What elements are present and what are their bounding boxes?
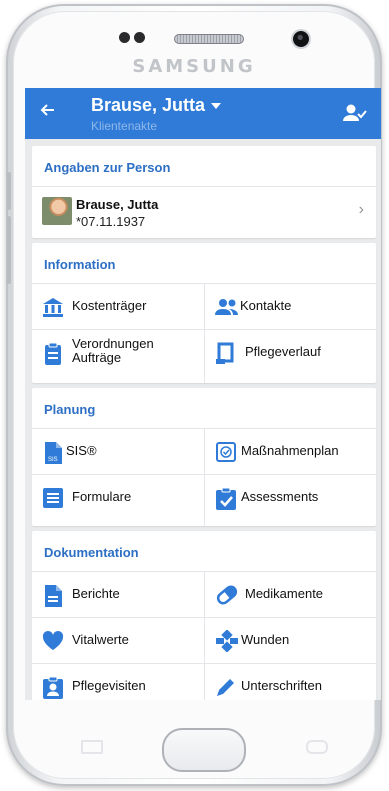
information-card: Information Kostenträger Kontakte Verord… xyxy=(32,243,376,383)
menu-item-label: Verordnungen Aufträge xyxy=(72,336,154,365)
phone-frame: SAMSUNG Brause, Jutta Klientenakte Angab… xyxy=(6,4,382,786)
arrow-left-icon[interactable] xyxy=(39,102,55,122)
earpiece-speaker xyxy=(174,34,244,44)
front-camera xyxy=(293,31,309,47)
document-icon xyxy=(42,584,64,607)
divider xyxy=(32,329,376,330)
contacts-icon xyxy=(215,296,238,318)
clipboard-check-icon xyxy=(215,487,237,510)
clipboard-icon xyxy=(42,342,64,365)
menu-item-label: Medikamente xyxy=(245,586,324,601)
menu-item-kontakte[interactable]: Kontakte xyxy=(205,285,375,329)
menu-item-label: Maßnahmenplan xyxy=(241,443,339,458)
pen-icon xyxy=(215,676,237,698)
planung-section-header: Planung xyxy=(44,402,96,417)
menu-item-pflegeverlauf[interactable]: Pflegeverlauf xyxy=(205,331,375,375)
menu-item-label: Pflegevisiten xyxy=(72,678,146,693)
app-bar: Brause, Jutta Klientenakte xyxy=(25,88,381,139)
back-key[interactable] xyxy=(306,740,328,754)
avatar xyxy=(42,197,72,225)
sensor-dot xyxy=(119,32,130,43)
planung-card: Planung SIS SIS® Maßnahmenplan Formulare… xyxy=(32,388,376,526)
menu-item-label: Unterschriften xyxy=(241,678,322,693)
menu-item-label: Kontakte xyxy=(240,298,292,313)
recent-apps-key[interactable] xyxy=(81,740,103,754)
home-button[interactable] xyxy=(162,728,246,772)
bandage-icon xyxy=(215,629,238,653)
menu-item-label: Pflegeverlauf xyxy=(245,344,321,359)
dokumentation-section-header: Dokumentation xyxy=(44,545,139,560)
client-name: Brause, Jutta xyxy=(91,95,206,115)
massnahmenplan-icon xyxy=(215,441,237,463)
menu-item-label: Wunden xyxy=(241,632,290,647)
app-subtitle: Klientenakte xyxy=(91,119,158,133)
brand-logo: SAMSUNG xyxy=(132,56,256,77)
bank-icon xyxy=(42,296,64,318)
menu-item-label: Assessments xyxy=(241,489,319,504)
menu-item-berichte[interactable]: Berichte xyxy=(32,573,204,617)
menu-item-label: Formulare xyxy=(72,489,132,504)
app-screen: Brause, Jutta Klientenakte Angaben zur P… xyxy=(25,88,381,700)
menu-item-vitalwerte[interactable]: Vitalwerte xyxy=(32,619,204,663)
divider xyxy=(32,663,376,664)
volume-up-button xyxy=(7,172,11,210)
menu-item-kostentraeger[interactable]: Kostenträger xyxy=(32,285,204,329)
heart-icon xyxy=(42,630,64,652)
visit-badge-icon xyxy=(42,676,64,699)
pflegeverlauf-icon xyxy=(215,342,237,364)
menu-item-unterschriften[interactable]: Unterschriften xyxy=(205,665,375,700)
menu-item-pflegevisiten[interactable]: Pflegevisiten xyxy=(32,665,204,700)
svg-text:SIS: SIS xyxy=(48,457,58,463)
menu-item-formulare[interactable]: Formulare xyxy=(32,476,204,520)
form-icon xyxy=(42,487,64,509)
menu-item-label: Kostenträger xyxy=(72,298,147,313)
menu-item-sis[interactable]: SIS SIS® xyxy=(32,430,204,474)
person-row[interactable]: Brause, Jutta *07.11.1937 › xyxy=(32,186,376,236)
divider xyxy=(32,617,376,618)
volume-down-button xyxy=(7,216,11,284)
sensor-dot xyxy=(134,32,145,43)
divider xyxy=(32,474,376,475)
chevron-down-icon xyxy=(211,103,222,110)
sis-document-icon: SIS xyxy=(42,441,64,464)
person-birthdate: *07.11.1937 xyxy=(76,214,146,229)
menu-item-label: Berichte xyxy=(72,586,120,601)
menu-item-wunden[interactable]: Wunden xyxy=(205,619,375,663)
menu-item-medikamente[interactable]: Medikamente xyxy=(205,573,375,617)
account-check-icon[interactable] xyxy=(343,103,367,128)
pill-icon xyxy=(215,584,238,606)
person-name: Brause, Jutta xyxy=(76,197,159,212)
menu-item-verordnungen[interactable]: Verordnungen Aufträge xyxy=(32,331,204,375)
menu-item-label: SIS® xyxy=(66,443,97,458)
chevron-right-icon: › xyxy=(358,201,364,218)
menu-item-label: Vitalwerte xyxy=(72,632,129,647)
client-title[interactable]: Brause, Jutta xyxy=(91,95,222,116)
person-section-header: Angaben zur Person xyxy=(44,160,171,175)
information-section-header: Information xyxy=(44,257,116,272)
dokumentation-card: Dokumentation Berichte Medikamente Vital… xyxy=(32,531,376,700)
person-card: Angaben zur Person Brause, Jutta *07.11.… xyxy=(32,146,376,238)
menu-item-massnahmenplan[interactable]: Maßnahmenplan xyxy=(205,430,375,474)
menu-item-assessments[interactable]: Assessments xyxy=(205,476,375,520)
